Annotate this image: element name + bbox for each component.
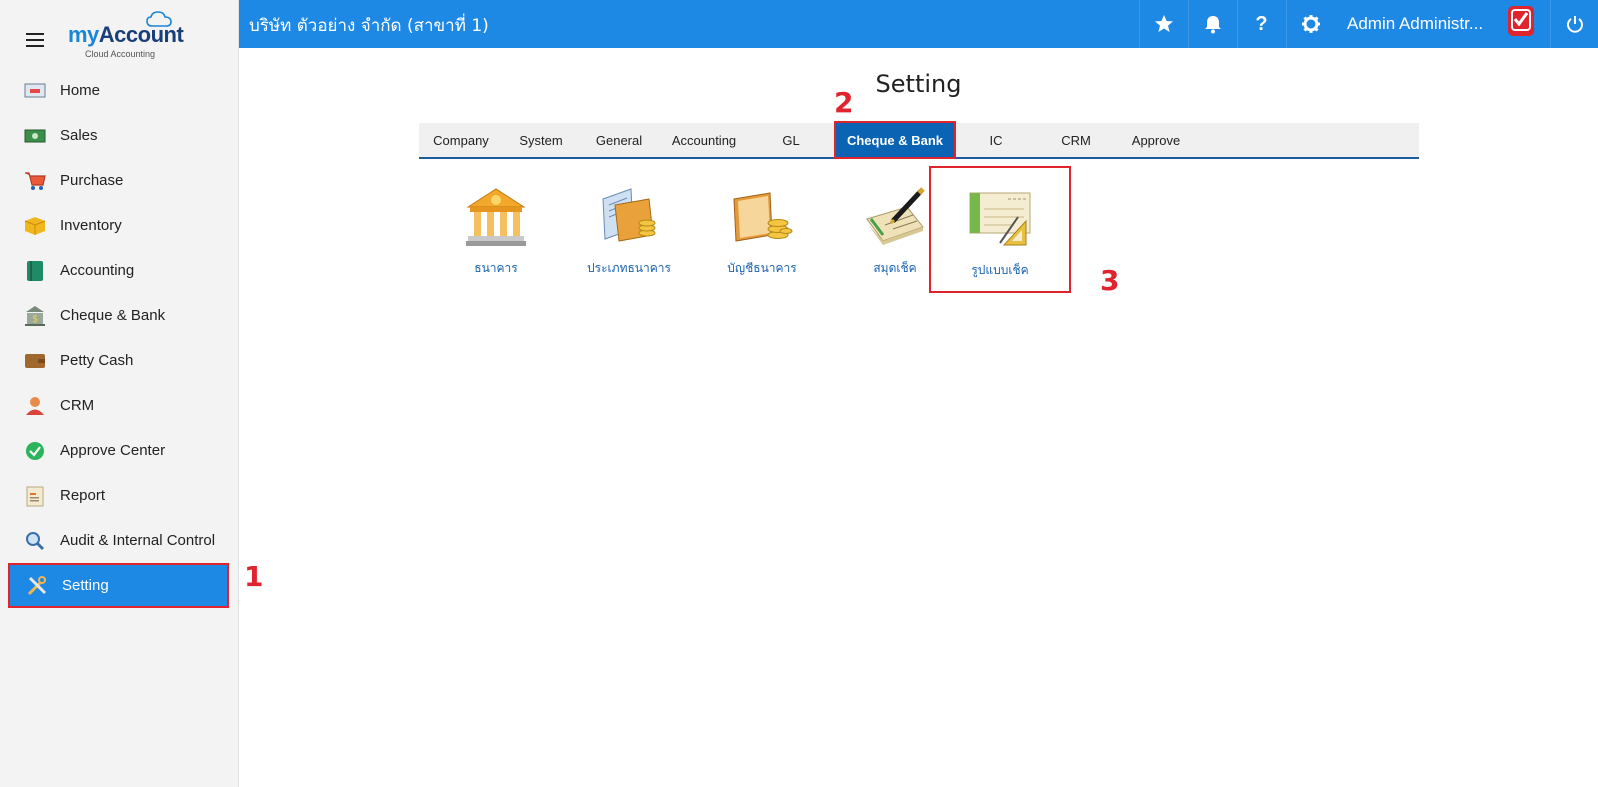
tab-cheque-bank[interactable]: Cheque & Bank (834, 121, 956, 159)
step-marker-1: 1 (244, 560, 264, 593)
tile-bank-type[interactable]: ประเภทธนาคาร (564, 175, 694, 295)
sidebar-item-purchase[interactable]: Purchase (0, 158, 239, 203)
sidebar-item-report[interactable]: Report (0, 473, 239, 518)
cheque-format-icon (969, 192, 1031, 246)
book-icon (24, 260, 46, 282)
user-avatar-badge-icon[interactable] (1504, 4, 1538, 42)
tab-accounting[interactable]: Accounting (659, 123, 749, 157)
brand-account: Account (98, 22, 184, 47)
top-bar: บริษัท ตัวอย่าง จำกัด (สาขาที่ 1) ? Admi… (239, 0, 1598, 48)
sidebar-item-label: Accounting (60, 262, 135, 279)
sidebar-item-label: Inventory (60, 217, 122, 234)
tile-cheque-format[interactable]: รูปแบบเช็ค (929, 166, 1071, 293)
sidebar-menu: Home Sales Purchase Inventory Accounting… (0, 68, 239, 608)
star-icon (1154, 15, 1173, 32)
sidebar-item-cheque-bank[interactable]: $ Cheque & Bank (0, 293, 239, 338)
logout-button[interactable] (1550, 0, 1598, 48)
sidebar-item-label: Approve Center (60, 442, 166, 459)
help-icon: ? (1255, 12, 1268, 35)
sidebar-item-sales[interactable]: Sales (0, 113, 239, 158)
sidebar-item-label: CRM (60, 397, 95, 414)
bank-type-icon (602, 188, 656, 242)
sidebar-item-label: Cheque & Bank (60, 307, 166, 324)
magnifier-icon (24, 530, 46, 552)
tile-bank[interactable]: ธนาคาร (431, 175, 561, 295)
sidebar-item-label: Setting (62, 577, 109, 594)
tile-label: ประเภทธนาคาร (587, 261, 671, 275)
sidebar-item-label: Purchase (60, 172, 124, 189)
settings-tabs: Company System General Accounting GL Che… (419, 121, 1419, 159)
sidebar-item-setting[interactable]: Setting (8, 563, 229, 608)
brand-logo[interactable]: myAccount (68, 22, 184, 48)
check-circle-icon (24, 440, 46, 462)
sidebar-item-label: Report (60, 487, 106, 504)
chequebook-icon (866, 187, 925, 245)
tab-gl[interactable]: GL (749, 123, 833, 157)
tab-general[interactable]: General (579, 123, 659, 157)
favorites-button[interactable] (1139, 0, 1187, 48)
settings-button[interactable] (1286, 0, 1334, 48)
sidebar-item-audit[interactable]: Audit & Internal Control (0, 518, 239, 563)
sidebar-item-crm[interactable]: CRM (0, 383, 239, 428)
notifications-button[interactable] (1188, 0, 1236, 48)
sidebar-item-label: Home (60, 82, 101, 99)
sidebar-item-label: Petty Cash (60, 352, 134, 369)
page-title: Setting (875, 70, 962, 98)
sidebar-item-inventory[interactable]: Inventory (0, 203, 239, 248)
bank-icon: $ (24, 305, 46, 327)
sidebar-item-home[interactable]: Home (0, 68, 239, 113)
brand-tagline: Cloud Accounting (85, 49, 156, 59)
sidebar: myAccount Cloud Accounting Home Sales Pu… (0, 0, 239, 787)
tab-system[interactable]: System (503, 123, 579, 157)
report-icon (24, 485, 46, 507)
home-icon (24, 80, 46, 102)
sidebar-item-accounting[interactable]: Accounting (0, 248, 239, 293)
gear-icon (1301, 15, 1320, 33)
sidebar-item-label: Audit & Internal Control (60, 532, 216, 549)
cart-icon (24, 170, 46, 192)
sidebar-item-petty-cash[interactable]: Petty Cash (0, 338, 239, 383)
box-icon (24, 215, 46, 237)
step-marker-3: 3 (1100, 264, 1120, 297)
tab-crm[interactable]: CRM (1036, 123, 1116, 157)
brand-my: my (68, 22, 99, 47)
tile-label: สมุดเช็ค (873, 261, 917, 275)
people-icon (24, 395, 46, 417)
bank-building-icon (466, 188, 526, 246)
tab-approve[interactable]: Approve (1116, 123, 1196, 157)
user-name[interactable]: Admin Administr... (1347, 14, 1483, 34)
svg-text:$: $ (32, 314, 38, 325)
bell-icon (1204, 16, 1221, 34)
tile-bank-account[interactable]: บัญชีธนาคาร (697, 175, 827, 295)
sidebar-item-label: Sales (60, 127, 98, 144)
wallet-icon (24, 350, 46, 372)
tile-label: ธนาคาร (474, 261, 518, 275)
tile-label: บัญชีธนาคาร (727, 261, 797, 275)
tile-label: รูปแบบเช็ค (971, 263, 1029, 277)
logo-bar: myAccount Cloud Accounting (0, 0, 239, 70)
tools-icon (26, 575, 48, 597)
sidebar-item-approve-center[interactable]: Approve Center (0, 428, 239, 473)
hamburger-menu-icon[interactable] (26, 33, 44, 47)
help-button[interactable]: ? (1237, 0, 1285, 48)
tab-ic[interactable]: IC (956, 123, 1036, 157)
company-name: บริษัท ตัวอย่าง จำกัด (สาขาที่ 1) (249, 16, 489, 36)
tab-company[interactable]: Company (419, 123, 503, 157)
sales-icon (24, 125, 46, 147)
power-icon (1566, 16, 1583, 33)
bank-account-icon (733, 192, 793, 242)
